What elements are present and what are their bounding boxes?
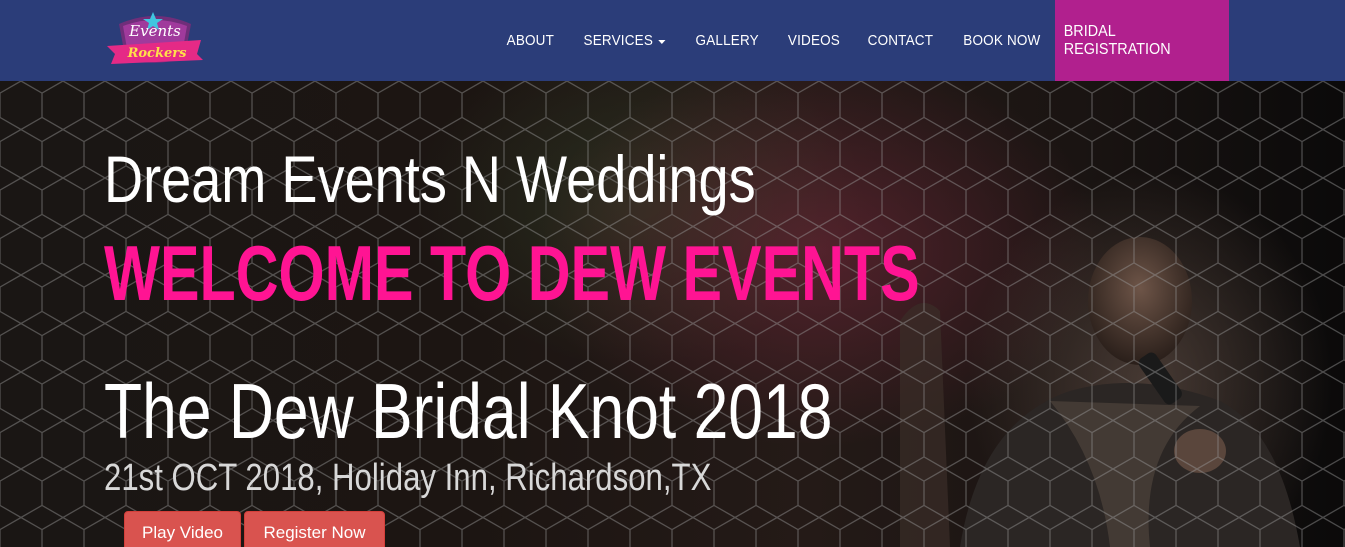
- nav-links: ABOUT SERVICES GALLERY VIDEOS CONTACT BO…: [482, 0, 1345, 81]
- hero-subtitle: Dream Events N Weddings: [104, 142, 756, 216]
- event-title: The Dew Bridal Knot 2018: [104, 367, 833, 455]
- hero-welcome-heading: WELCOME TO DEW EVENTS: [104, 229, 920, 317]
- nav-videos-label: VIDEOS: [787, 32, 840, 49]
- nav-gallery-label: GALLERY: [695, 32, 760, 49]
- bridal-registration-button[interactable]: BRIDAL REGISTRATION: [1055, 0, 1229, 81]
- navbar: Events Rockers ABOUT SERVICES GALLERY VI…: [0, 0, 1345, 81]
- nav-contact[interactable]: CONTACT: [868, 32, 934, 49]
- svg-text:Rockers: Rockers: [127, 46, 188, 61]
- play-video-label: Play Video: [142, 523, 223, 542]
- hero-section: Dream Events N Weddings WELCOME TO DEW E…: [0, 81, 1345, 547]
- caret-down-icon: [658, 39, 666, 44]
- nav-videos[interactable]: VIDEOS: [787, 32, 839, 49]
- svg-text:Events: Events: [128, 22, 181, 40]
- bridal-registration-label: BRIDAL REGISTRATION: [1063, 22, 1171, 58]
- nav-contact-label: CONTACT: [868, 32, 934, 49]
- nav-about[interactable]: ABOUT: [507, 32, 554, 49]
- nav-gallery[interactable]: GALLERY: [696, 32, 759, 49]
- event-details: 21st OCT 2018, Holiday Inn, Richardson,T…: [104, 457, 712, 499]
- register-now-label: Register Now: [263, 523, 366, 542]
- register-now-button[interactable]: Register Now: [244, 511, 385, 547]
- nav-services[interactable]: SERVICES: [584, 32, 666, 49]
- nav-book-now-label: BOOK NOW: [963, 32, 1041, 49]
- nav-about-label: ABOUT: [506, 32, 555, 49]
- nav-book-now[interactable]: BOOK NOW: [964, 32, 1041, 49]
- nav-services-label: SERVICES: [583, 32, 654, 49]
- events-rockers-logo[interactable]: Events Rockers: [105, 10, 205, 72]
- play-video-button[interactable]: Play Video: [124, 511, 241, 547]
